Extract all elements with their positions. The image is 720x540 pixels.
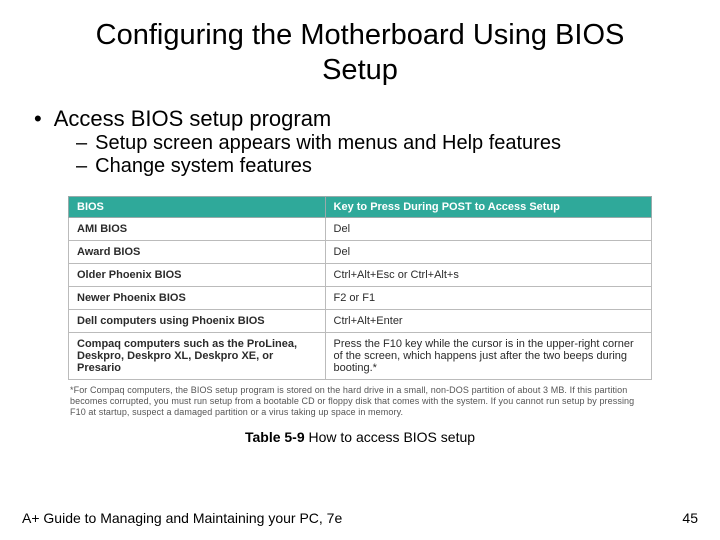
table-row: AMI BIOS Del: [69, 217, 652, 240]
bullet-text: Access BIOS setup program: [54, 106, 332, 132]
cell-key: Del: [325, 240, 651, 263]
caption-text: How to access BIOS setup: [305, 429, 475, 445]
col-key: Key to Press During POST to Access Setup: [325, 196, 651, 217]
col-bios: BIOS: [69, 196, 326, 217]
caption-label: Table 5-9: [245, 429, 305, 445]
slide-title: Configuring the Motherboard Using BIOS S…: [62, 18, 658, 88]
cell-key: F2 or F1: [325, 286, 651, 309]
subbullet-text: Setup screen appears with menus and Help…: [95, 132, 561, 155]
subbullet-text: Change system features: [95, 155, 312, 178]
table-row: Dell computers using Phoenix BIOS Ctrl+A…: [69, 309, 652, 332]
bullet-level1: • Access BIOS setup program: [34, 106, 698, 132]
bios-table-container: BIOS Key to Press During POST to Access …: [68, 196, 652, 380]
table-row: Award BIOS Del: [69, 240, 652, 263]
cell-key: Ctrl+Alt+Esc or Ctrl+Alt+s: [325, 263, 651, 286]
table-caption: Table 5-9 How to access BIOS setup: [22, 429, 698, 445]
bullet-level2: – Change system features: [76, 155, 698, 178]
bios-access-table: BIOS Key to Press During POST to Access …: [68, 196, 652, 380]
dash-icon: –: [76, 132, 87, 155]
table-row: Older Phoenix BIOS Ctrl+Alt+Esc or Ctrl+…: [69, 263, 652, 286]
bullet-dot-icon: •: [34, 106, 42, 132]
cell-bios: Compaq computers such as the ProLinea, D…: [69, 332, 326, 379]
table-footnote: *For Compaq computers, the BIOS setup pr…: [70, 385, 650, 419]
cell-bios: Newer Phoenix BIOS: [69, 286, 326, 309]
bullet-level2: – Setup screen appears with menus and He…: [76, 132, 698, 155]
bullet-list: • Access BIOS setup program – Setup scre…: [34, 106, 698, 178]
table-row: Newer Phoenix BIOS F2 or F1: [69, 286, 652, 309]
cell-bios: Award BIOS: [69, 240, 326, 263]
cell-key: Press the F10 key while the cursor is in…: [325, 332, 651, 379]
page-number: 45: [682, 510, 698, 526]
slide-footer: A+ Guide to Managing and Maintaining you…: [0, 510, 720, 526]
table-header-row: BIOS Key to Press During POST to Access …: [69, 196, 652, 217]
dash-icon: –: [76, 155, 87, 178]
cell-key: Del: [325, 217, 651, 240]
cell-key: Ctrl+Alt+Enter: [325, 309, 651, 332]
footer-source: A+ Guide to Managing and Maintaining you…: [22, 510, 342, 526]
cell-bios: AMI BIOS: [69, 217, 326, 240]
cell-bios: Dell computers using Phoenix BIOS: [69, 309, 326, 332]
cell-bios: Older Phoenix BIOS: [69, 263, 326, 286]
table-row: Compaq computers such as the ProLinea, D…: [69, 332, 652, 379]
